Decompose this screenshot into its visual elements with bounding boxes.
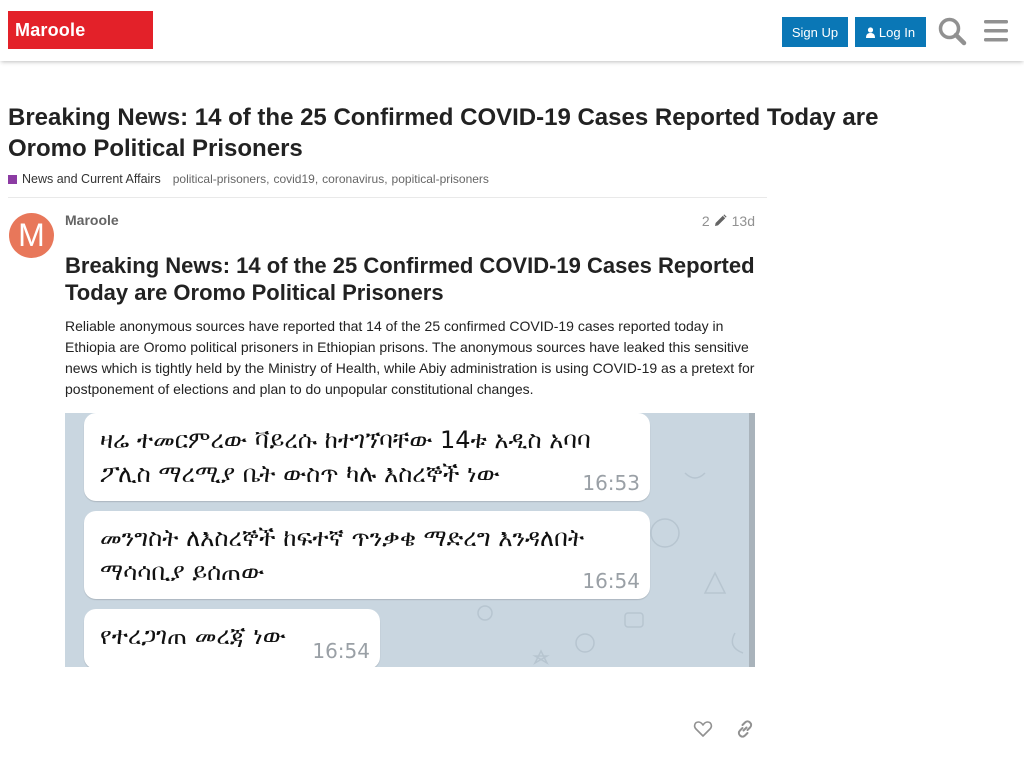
- category-color-badge: [8, 174, 17, 184]
- chat-message-line: መንግስት ለእስረኞች ከፍተኛ ጥንቃቄ ማድረግ እንዳለበት: [100, 524, 585, 552]
- log-in-label: Log In: [878, 24, 916, 40]
- log-in-button[interactable]: Log In: [855, 17, 926, 47]
- tag-separator: ,: [384, 172, 388, 186]
- chat-message-text: ዛሬ ተመርምረው ቫይረሱ ከተገኘባቸው 14ቱ አዲስ አባባ ፖሊስ ማ…: [100, 423, 591, 491]
- topic-divider: [8, 197, 767, 198]
- post-age[interactable]: 13d: [732, 213, 755, 229]
- link-icon[interactable]: [735, 719, 755, 739]
- post-username[interactable]: Maroole: [65, 212, 119, 228]
- hamburger-menu-icon[interactable]: [981, 16, 1011, 46]
- heart-icon[interactable]: [693, 719, 713, 739]
- post-heading: Breaking News: 14 of the 25 Confirmed CO…: [65, 253, 755, 305]
- tag-link[interactable]: covid19: [273, 172, 314, 186]
- chat-message-line: ፖሊስ ማረሚያ ቤት ውስጥ ካሉ እስረኞች ነው: [100, 460, 500, 488]
- tag-link[interactable]: popitical-prisoners: [392, 172, 489, 186]
- chat-message-time: 16:54: [312, 639, 370, 663]
- topic-category-row: News and Current Affairs political-priso…: [8, 171, 489, 187]
- search-icon[interactable]: [937, 16, 967, 46]
- pencil-icon[interactable]: [713, 214, 727, 228]
- site-logo[interactable]: Maroole: [8, 11, 153, 49]
- chat-message-bubble: የተረጋገጠ መረጃ ነው 16:54: [84, 609, 380, 667]
- post-body: Reliable anonymous sources have reported…: [65, 318, 755, 397]
- chat-message-bubble: ዛሬ ተመርምረው ቫይረሱ ከተገኘባቸው 14ቱ አዲስ አባባ ፖሊስ ማ…: [84, 413, 650, 501]
- chat-message-time: 16:53: [582, 471, 640, 495]
- chat-message-text: መንግስት ለእስረኞች ከፍተኛ ጥንቃቄ ማድረግ እንዳለበት ማሳሳቢያ…: [100, 521, 584, 589]
- tag-separator: ,: [314, 172, 319, 186]
- topic-title[interactable]: Breaking News: 14 of the 25 Confirmed CO…: [8, 102, 928, 164]
- chat-message-text: የተረጋገጠ መረጃ ነው: [100, 619, 286, 653]
- sign-up-button[interactable]: Sign Up: [782, 17, 848, 47]
- tag-link[interactable]: political-prisoners: [173, 172, 266, 186]
- avatar[interactable]: M: [9, 213, 54, 258]
- chat-message-time: 16:54: [582, 569, 640, 593]
- site-header: Maroole Sign Up Log In: [0, 0, 1024, 61]
- edit-count[interactable]: 2: [702, 213, 710, 229]
- chat-message-line: የተረጋገጠ መረጃ ነው: [100, 622, 286, 650]
- chat-message-line: ዛሬ ተመርምረው ቫይረሱ ከተገኘባቸው 14ቱ አዲስ አባባ: [100, 426, 591, 454]
- tag-link[interactable]: coronavirus: [322, 172, 384, 186]
- category-link[interactable]: News and Current Affairs: [22, 172, 161, 186]
- post-meta: 2 13d: [690, 212, 755, 230]
- post-image[interactable]: ዛሬ ተመርምረው ቫይረሱ ከተገኘባቸው 14ቱ አዲስ አባባ ፖሊስ ማ…: [65, 413, 755, 667]
- user-icon: [865, 26, 875, 38]
- tag-separator: ,: [266, 172, 270, 186]
- chat-message-bubble: መንግስት ለእስረኞች ከፍተኛ ጥንቃቄ ማድረግ እንዳለበት ማሳሳቢያ…: [84, 511, 650, 599]
- chat-message-line: ማሳሳቢያ ይሰጠው: [100, 558, 265, 586]
- image-scrollbar: [749, 413, 755, 667]
